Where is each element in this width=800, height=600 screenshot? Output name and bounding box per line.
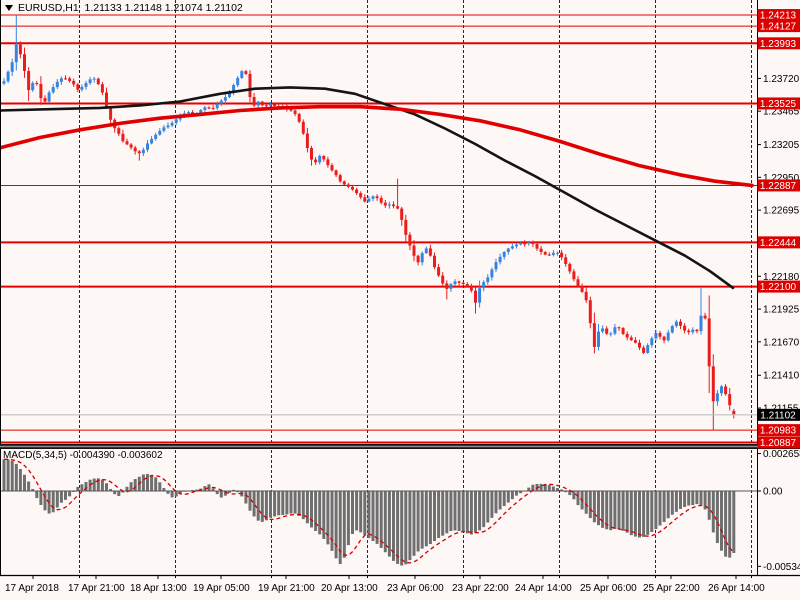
svg-text:1.24213: 1.24213 [760,11,797,22]
svg-text:1.21670: 1.21670 [763,337,800,348]
candlesticks [2,15,736,431]
svg-text:1.22100: 1.22100 [760,282,797,293]
svg-text:19 Apr 21:00: 19 Apr 21:00 [258,583,315,594]
svg-text:17 Apr 21:00: 17 Apr 21:00 [68,583,125,594]
svg-text:25 Apr 06:00: 25 Apr 06:00 [580,583,637,594]
svg-text:1.23720: 1.23720 [763,74,800,85]
svg-text:24 Apr 14:00: 24 Apr 14:00 [515,583,572,594]
trading-chart-window: EURUSD,H1 1.21133 1.21148 1.21074 1.2110… [0,0,800,600]
svg-text:26 Apr 14:00: 26 Apr 14:00 [708,583,765,594]
svg-text:0.00: 0.00 [763,487,783,498]
price-axis: 1.237201.234651.232051.229501.226951.221… [757,74,800,573]
svg-text:1.23993: 1.23993 [760,39,797,50]
svg-text:1.22887: 1.22887 [760,181,797,192]
moving-average-red [0,104,754,188]
svg-text:1.20983: 1.20983 [760,426,797,437]
chart-symbol-dropdown-icon [5,4,13,11]
price-level-lines[interactable] [0,14,757,444]
time-axis: 17 Apr 2018 17 Apr 21:00 18 Apr 13:00 19 Ap… [5,575,765,594]
chart-canvas[interactable]: 1.237201.234651.232051.229501.226951.221… [0,0,800,600]
svg-text:1.22695: 1.22695 [763,206,800,217]
svg-text:1.21410: 1.21410 [763,371,800,382]
symbol-quote-line: EURUSD,H1 1.21133 1.21148 1.21074 1.2110… [18,1,243,14]
svg-text:1.23205: 1.23205 [763,140,800,151]
macd-histogram [0,459,757,566]
macd-indicator-label: MACD(5,34,5) -0.004390 -0.003602 [3,450,163,461]
svg-text:23 Apr 22:00: 23 Apr 22:00 [452,583,509,594]
svg-text:1.21102: 1.21102 [760,410,796,421]
svg-text:25 Apr 22:00: 25 Apr 22:00 [643,583,700,594]
svg-text:20 Apr 13:00: 20 Apr 13:00 [321,583,378,594]
svg-text:0.002658: 0.002658 [763,449,800,460]
svg-text:1.23525: 1.23525 [760,99,797,110]
svg-text:1.22444: 1.22444 [760,238,797,249]
svg-text:23 Apr 06:00: 23 Apr 06:00 [387,583,444,594]
svg-text:1.24127: 1.24127 [760,22,797,33]
chart-title-bar: EURUSD,H1 1.21133 1.21148 1.21074 1.2110… [5,1,243,14]
svg-text:-0.005347: -0.005347 [763,562,800,573]
panel-borders [0,0,800,577]
svg-text:1.20887: 1.20887 [760,438,797,449]
svg-text:18 Apr 13:00: 18 Apr 13:00 [130,583,187,594]
svg-text:19 Apr 05:00: 19 Apr 05:00 [193,583,250,594]
svg-text:17 Apr 2018: 17 Apr 2018 [5,583,59,594]
svg-text:1.21925: 1.21925 [763,305,800,316]
